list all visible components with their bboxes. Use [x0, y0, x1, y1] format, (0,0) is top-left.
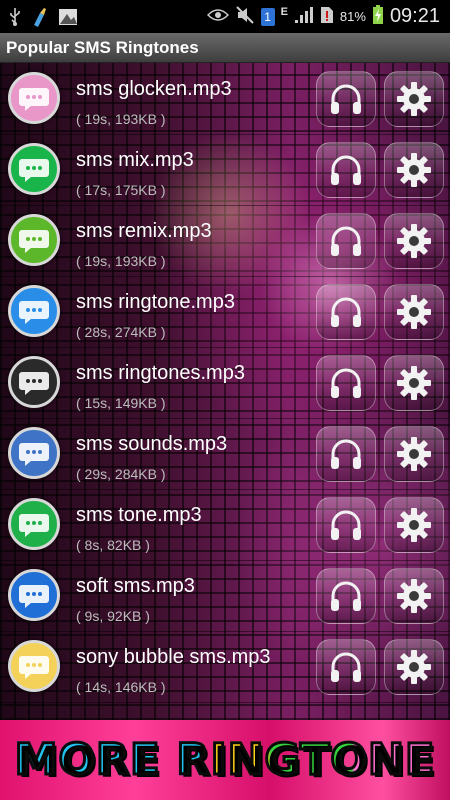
headphones-icon: [326, 434, 366, 474]
settings-button[interactable]: [384, 568, 444, 624]
ringtone-row[interactable]: sms sounds.mp3 ( 29s, 284KB ): [0, 418, 450, 490]
ringtone-name: soft sms.mp3: [76, 575, 195, 597]
ringtone-duration-size: ( 15s, 149KB ): [76, 395, 166, 411]
image-icon: [58, 8, 78, 26]
green-group-sms-icon: [8, 498, 60, 550]
listen-button[interactable]: [316, 568, 376, 624]
ringtone-name: sms ringtones.mp3: [76, 362, 245, 384]
headphones-icon: [326, 150, 366, 190]
ringtone-name: sony bubble sms.mp3: [76, 646, 271, 668]
orange-sms-phone-icon: [8, 356, 60, 408]
icq-mail-icon: [8, 640, 60, 692]
battery-charging-icon: [372, 5, 384, 28]
ringtone-row[interactable]: sms tone.mp3 ( 8s, 82KB ): [0, 489, 450, 561]
listen-button[interactable]: [316, 284, 376, 340]
ringtone-duration-size: ( 9s, 92KB ): [76, 608, 150, 624]
gear-icon: [394, 363, 434, 403]
gear-icon: [394, 647, 434, 687]
listen-button[interactable]: [316, 639, 376, 695]
headphones-icon: [326, 363, 366, 403]
ringtone-name: sms glocken.mp3: [76, 78, 232, 100]
gear-icon: [394, 434, 434, 474]
app-title-bar: Popular SMS Ringtones: [0, 33, 450, 63]
ringtone-row[interactable]: sms ringtones.mp3 ( 15s, 149KB ): [0, 347, 450, 419]
settings-button[interactable]: [384, 71, 444, 127]
ringtone-duration-size: ( 14s, 146KB ): [76, 679, 166, 695]
battery-percent: 81%: [339, 9, 366, 24]
headphones-icon: [326, 576, 366, 616]
settings-button[interactable]: [384, 142, 444, 198]
blue-badge-bubble-icon: [8, 569, 60, 621]
headphones-icon: [326, 292, 366, 332]
ringtone-row[interactable]: sony bubble sms.mp3 ( 14s, 146KB ): [0, 631, 450, 703]
edge-e-icon: E: [280, 6, 288, 18]
ringtone-duration-size: ( 17s, 175KB ): [76, 182, 166, 198]
blue-chat-bubble-icon: [8, 285, 60, 337]
ringtone-name: sms tone.mp3: [76, 504, 202, 526]
ringtone-duration-size: ( 8s, 82KB ): [76, 537, 150, 553]
listen-button[interactable]: [316, 355, 376, 411]
headphones-icon: [326, 505, 366, 545]
listen-button[interactable]: [316, 213, 376, 269]
gear-icon: [394, 150, 434, 190]
mute-icon: [235, 6, 255, 27]
listen-button[interactable]: [316, 142, 376, 198]
settings-button[interactable]: [384, 284, 444, 340]
ringtone-row[interactable]: sms remix.mp3 ( 19s, 193KB ): [0, 205, 450, 277]
ringtone-row[interactable]: sms mix.mp3 ( 17s, 175KB ): [0, 134, 450, 206]
more-ringtone-banner[interactable]: MORE RINGTONE: [0, 720, 450, 800]
gear-icon: [394, 505, 434, 545]
settings-button[interactable]: [384, 639, 444, 695]
ringtone-duration-size: ( 29s, 284KB ): [76, 466, 166, 482]
headphones-icon: [326, 79, 366, 119]
ringtone-duration-size: ( 28s, 274KB ): [76, 324, 166, 340]
clock: 09:21: [389, 5, 440, 27]
ringtone-duration-size: ( 19s, 193KB ): [76, 111, 166, 127]
ringtone-row[interactable]: sms ringtone.mp3 ( 28s, 274KB ): [0, 276, 450, 348]
listen-button[interactable]: [316, 426, 376, 482]
ringtone-name: sms sounds.mp3: [76, 433, 228, 455]
settings-button[interactable]: [384, 355, 444, 411]
green-sms-bubble-icon: [8, 214, 60, 266]
pink-sms-bubble-icon: [8, 72, 60, 124]
ringtone-name: sms mix.mp3: [76, 149, 194, 171]
gear-icon: [394, 221, 434, 261]
listen-button[interactable]: [316, 497, 376, 553]
phone-sms-icon: [8, 143, 60, 195]
signal-icon: [294, 6, 314, 27]
headphones-icon: [326, 221, 366, 261]
ringtone-duration-size: ( 19s, 193KB ): [76, 253, 166, 269]
eye-icon: [206, 8, 229, 25]
settings-button[interactable]: [384, 497, 444, 553]
banner-text: MORE RINGTONE: [13, 734, 436, 787]
ringtone-list[interactable]: sms glocken.mp3 ( 19s, 193KB ) sms mix.mp3…: [0, 63, 450, 720]
headphones-icon: [326, 647, 366, 687]
settings-button[interactable]: [384, 426, 444, 482]
cleaner-icon: [30, 7, 50, 27]
ringtone-name: sms remix.mp3: [76, 220, 212, 242]
gear-icon: [394, 292, 434, 332]
blue-sms-square-icon: [8, 427, 60, 479]
gear-icon: [394, 576, 434, 616]
sim-1-icon: 1: [260, 7, 275, 26]
ringtone-row[interactable]: sms glocken.mp3 ( 19s, 193KB ): [0, 63, 450, 135]
ringtone-row[interactable]: soft sms.mp3 ( 9s, 92KB ): [0, 560, 450, 632]
ringtone-name: sms ringtone.mp3: [76, 291, 235, 313]
listen-button[interactable]: [316, 71, 376, 127]
app-title: Popular SMS Ringtones: [6, 37, 199, 57]
settings-button[interactable]: [384, 213, 444, 269]
status-bar: 1 E 81% 09:21: [0, 0, 450, 33]
gear-icon: [394, 79, 434, 119]
usb-icon: [8, 7, 22, 27]
sim-alert-icon: [320, 6, 334, 27]
